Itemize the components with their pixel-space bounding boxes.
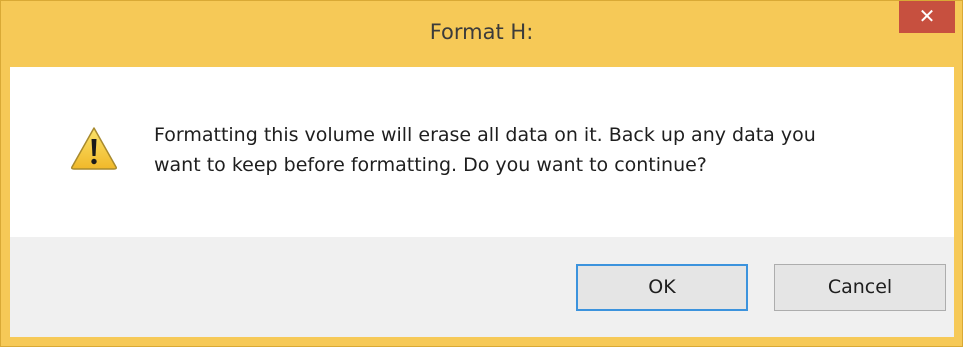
dialog-message: Formatting this volume will erase all da… xyxy=(154,120,914,180)
warning-icon xyxy=(71,127,117,170)
format-dialog-window: Format H: ✕ Formatting this volume will … xyxy=(0,0,963,347)
dialog-title: Format H: xyxy=(429,20,534,44)
close-button[interactable]: ✕ xyxy=(899,1,955,33)
ok-button[interactable]: OK xyxy=(576,264,748,311)
message-line-2: want to keep before formatting. Do you w… xyxy=(154,154,707,176)
title-bar[interactable]: Format H: ✕ xyxy=(1,1,962,67)
message-line-1: Formatting this volume will erase all da… xyxy=(154,124,816,146)
cancel-button[interactable]: Cancel xyxy=(774,264,946,311)
dialog-footer: OK Cancel xyxy=(10,237,954,337)
close-icon: ✕ xyxy=(918,4,936,28)
dialog-content: Formatting this volume will erase all da… xyxy=(10,67,954,237)
